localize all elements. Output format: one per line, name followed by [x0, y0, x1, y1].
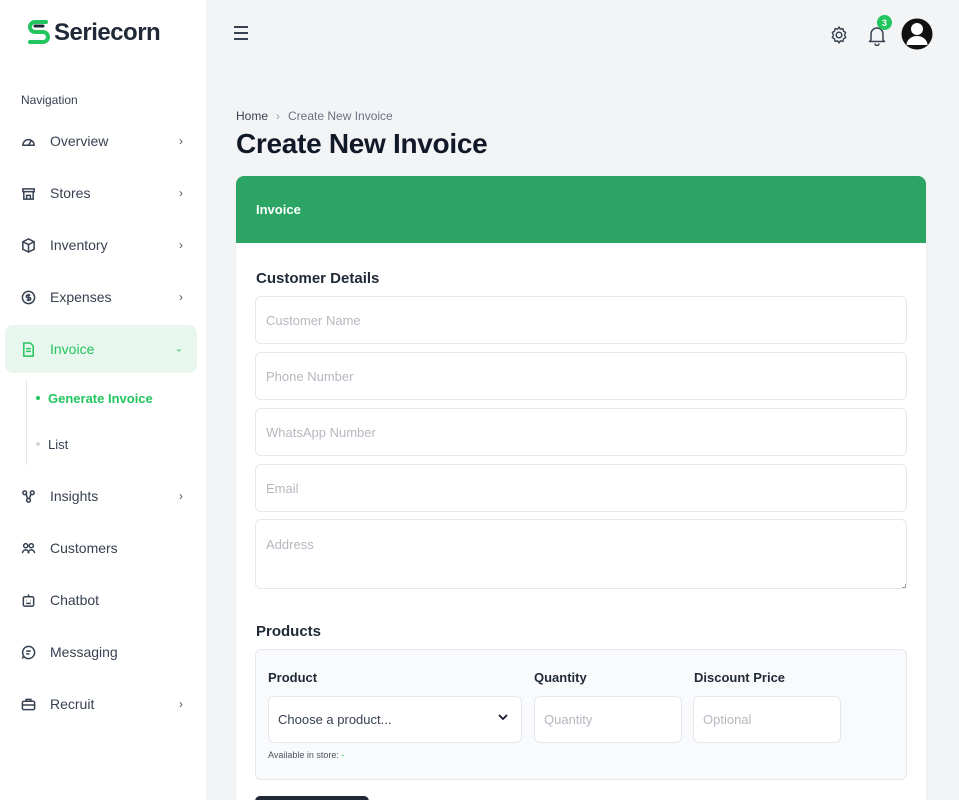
bot-icon	[20, 592, 36, 608]
store-icon	[20, 185, 36, 201]
quantity-input[interactable]	[534, 696, 682, 743]
user-avatar[interactable]	[901, 14, 933, 54]
available-value: -	[341, 750, 345, 760]
brand-logo[interactable]: Seriecorn	[26, 16, 161, 50]
discount-price-input[interactable]	[693, 696, 841, 743]
gauge-icon	[20, 133, 36, 149]
bullet-dot	[36, 396, 40, 400]
email-input[interactable]	[255, 464, 907, 512]
nav-heading: Navigation	[21, 93, 78, 107]
sidebar-item-label: Chatbot	[50, 592, 100, 608]
bullet-dot	[36, 442, 40, 446]
whatsapp-number-input[interactable]	[255, 408, 907, 456]
sidebar-item-expenses[interactable]: Expenses ›	[5, 271, 197, 323]
subnav-generate-invoice[interactable]: Generate Invoice	[36, 375, 197, 421]
message-icon	[20, 644, 36, 660]
chevron-right-icon: ›	[179, 290, 183, 304]
sidebar-item-messaging[interactable]: Messaging	[5, 626, 197, 678]
sidebar-item-label: Customers	[50, 540, 118, 556]
hamburger-line	[234, 26, 248, 28]
box-icon	[20, 237, 36, 253]
customer-name-input[interactable]	[255, 296, 907, 344]
chevron-down-icon	[498, 714, 508, 721]
quantity-label: Quantity	[534, 670, 587, 685]
sidebar-item-insights[interactable]: Insights ›	[5, 470, 197, 522]
invoice-subnav: Generate Invoice List	[5, 375, 197, 470]
breadcrumb-home-link[interactable]: Home	[236, 109, 268, 123]
sidebar-item-label: Messaging	[50, 644, 118, 660]
hamburger-line	[234, 38, 248, 40]
product-label: Product	[268, 670, 318, 685]
sidebar-item-recruit[interactable]: Recruit ›	[5, 678, 197, 730]
seriecorn-logo-icon	[28, 20, 50, 44]
product-select-value: Choose a product...	[278, 712, 392, 727]
brand-name: Seriecorn	[54, 19, 161, 46]
breadcrumb-separator: ›	[276, 109, 281, 123]
sidebar-nav: Overview › Stores › Inventory › Expenses…	[5, 115, 197, 730]
sidebar-item-label: Overview	[50, 133, 109, 149]
phone-number-input[interactable]	[255, 352, 907, 400]
sidebar: Seriecorn Navigation Overview › Stores ›…	[0, 0, 206, 800]
dollar-circle-icon	[20, 289, 36, 305]
notification-count-badge: 3	[877, 15, 892, 30]
add-product-button[interactable]	[255, 796, 369, 800]
file-icon	[20, 341, 36, 357]
menu-toggle-button[interactable]	[234, 26, 250, 42]
sidebar-item-label: Stores	[50, 185, 91, 201]
subnav-list[interactable]: List	[36, 421, 197, 467]
invoice-card: Invoice Customer Details Products Produc…	[236, 176, 926, 800]
available-label: Available in store:	[268, 750, 339, 760]
chevron-down-icon: ⌄	[174, 343, 183, 355]
chevron-right-icon: ›	[179, 697, 183, 711]
sidebar-item-label: Recruit	[50, 696, 95, 712]
sidebar-item-stores[interactable]: Stores ›	[5, 167, 197, 219]
sidebar-item-customers[interactable]: Customers	[5, 522, 197, 574]
customer-details-title: Customer Details	[256, 270, 380, 287]
sidebar-item-label: Insights	[50, 488, 99, 504]
textarea-resize-handle[interactable]	[902, 584, 906, 588]
sidebar-item-inventory[interactable]: Inventory ›	[5, 219, 197, 271]
invoice-card-header: Invoice	[236, 176, 926, 243]
chevron-right-icon: ›	[179, 489, 183, 503]
available-in-store: Available in store: -	[268, 750, 344, 760]
sidebar-item-label: Inventory	[50, 237, 108, 253]
address-textarea[interactable]	[255, 519, 907, 589]
users-icon	[20, 540, 36, 556]
sidebar-item-chatbot[interactable]: Chatbot	[5, 574, 197, 626]
discount-price-label: Discount Price	[694, 670, 786, 685]
sidebar-item-label: Invoice	[50, 341, 95, 357]
breadcrumb-current: Create New Invoice	[288, 109, 393, 123]
sidebar-item-invoice[interactable]: Invoice ⌄	[5, 325, 197, 373]
products-title: Products	[256, 623, 322, 640]
settings-gear-icon[interactable]	[829, 25, 849, 45]
hamburger-line	[234, 32, 248, 34]
sidebar-item-label: Expenses	[50, 289, 112, 305]
sidebar-item-overview[interactable]: Overview ›	[5, 115, 197, 167]
chevron-right-icon: ›	[179, 134, 183, 148]
network-icon	[20, 488, 36, 504]
briefcase-icon	[20, 696, 36, 712]
chevron-right-icon: ›	[179, 186, 183, 200]
product-row: Product Quantity Discount Price Choose a…	[255, 649, 907, 780]
subnav-label: Generate Invoice	[48, 390, 153, 406]
chevron-right-icon: ›	[179, 238, 183, 252]
page-title: Create New Invoice	[236, 128, 488, 159]
subnav-label: List	[48, 436, 69, 452]
breadcrumb: Home › Create New Invoice	[236, 109, 393, 123]
product-select[interactable]: Choose a product...	[268, 696, 522, 743]
